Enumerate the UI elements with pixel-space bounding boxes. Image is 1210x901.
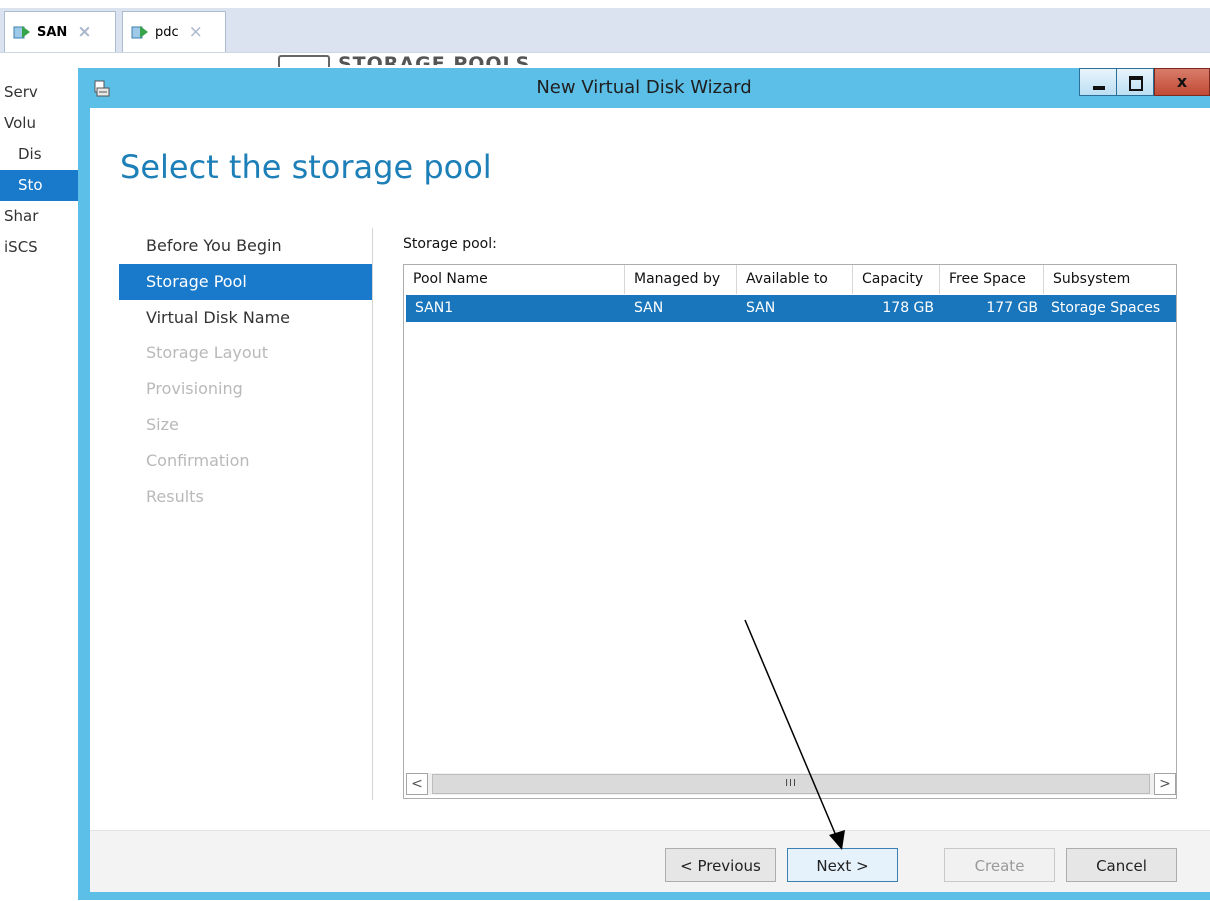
column-header-free-space[interactable]: Free Space: [940, 265, 1044, 294]
minimize-icon: [1093, 86, 1105, 90]
cell-pool-name: SAN1: [415, 300, 454, 316]
nav-item-shares[interactable]: Shar: [0, 201, 86, 232]
storage-pool-label: Storage pool:: [403, 236, 497, 252]
horizontal-scrollbar[interactable]: < III >: [406, 773, 1176, 795]
tab-label: SAN: [37, 24, 68, 40]
tab-san[interactable]: SAN ×: [4, 11, 116, 52]
step-provisioning: Provisioning: [146, 379, 243, 399]
cancel-button[interactable]: Cancel: [1066, 848, 1177, 882]
scroll-right-button[interactable]: >: [1154, 773, 1176, 795]
previous-button[interactable]: < Previous: [665, 848, 776, 882]
list-header: Pool Name Managed by Available to Capaci…: [404, 265, 1176, 294]
scroll-left-button[interactable]: <: [406, 773, 428, 795]
background-page-header: STORAGE POOLS: [338, 53, 531, 65]
create-button: Create: [944, 848, 1055, 882]
column-header-pool-name[interactable]: Pool Name: [404, 265, 625, 294]
virtual-machine-icon: [13, 24, 31, 40]
step-storage-layout: Storage Layout: [146, 343, 269, 363]
cell-available-to: SAN: [746, 300, 776, 316]
column-header-subsystem[interactable]: Subsystem: [1044, 265, 1176, 294]
scroll-thumb[interactable]: III: [432, 774, 1150, 794]
close-icon[interactable]: ×: [189, 22, 203, 42]
maximize-button[interactable]: [1116, 68, 1154, 96]
column-header-capacity[interactable]: Capacity: [853, 265, 940, 294]
table-row[interactable]: SAN1 SAN SAN 178 GB 177 GB Storage Space…: [406, 295, 1176, 322]
tab-label: pdc: [155, 24, 179, 40]
title-bar[interactable]: New Virtual Disk Wizard x: [78, 68, 1210, 108]
storage-pool-icon: [278, 55, 330, 67]
wizard-client-area: Select the storage pool Before You Begin…: [90, 108, 1210, 892]
virtual-machine-icon: [131, 24, 149, 40]
cell-free-space: 177 GB: [986, 300, 1038, 316]
step-virtual-disk-name[interactable]: Virtual Disk Name: [119, 300, 372, 336]
page-title: Select the storage pool: [120, 148, 492, 186]
close-icon[interactable]: ×: [77, 22, 91, 42]
nav-item-iscsi[interactable]: iSCS: [0, 232, 86, 263]
maximize-icon: [1129, 76, 1143, 91]
step-confirmation: Confirmation: [146, 450, 250, 470]
close-icon: x: [1176, 72, 1188, 91]
new-virtual-disk-wizard: New Virtual Disk Wizard x Select the sto…: [78, 68, 1210, 900]
background-nav: Serv Volu Dis Sto Shar iSCS: [0, 77, 86, 263]
footer-divider: [90, 830, 1210, 831]
storage-pool-list[interactable]: Pool Name Managed by Available to Capaci…: [403, 264, 1177, 799]
nav-item-storage-pools[interactable]: Sto: [0, 170, 86, 201]
next-button[interactable]: Next >: [787, 848, 898, 882]
window-title: New Virtual Disk Wizard: [536, 77, 752, 98]
steps-divider: [372, 228, 373, 800]
cell-managed-by: SAN: [634, 300, 664, 316]
nav-item-disks[interactable]: Dis: [0, 139, 86, 170]
step-before-you-begin[interactable]: Before You Begin: [119, 228, 372, 264]
cell-capacity: 178 GB: [882, 300, 934, 316]
wizard-content: Select the storage pool Before You Begin…: [90, 108, 1210, 830]
vm-tab-strip: SAN × pdc ×: [0, 8, 1210, 52]
tab-pdc[interactable]: pdc ×: [122, 11, 226, 52]
close-button[interactable]: x: [1154, 68, 1210, 96]
step-results: Results: [146, 486, 204, 506]
step-storage-pool[interactable]: Storage Pool: [119, 263, 372, 300]
step-size: Size: [146, 414, 179, 434]
nav-item-volumes[interactable]: Volu: [0, 108, 86, 139]
column-header-managed-by[interactable]: Managed by: [625, 265, 737, 294]
wizard-steps: Before You Begin Storage Pool Virtual Di…: [119, 228, 372, 514]
nav-item-servers[interactable]: Serv: [0, 77, 86, 108]
cell-subsystem: Storage Spaces: [1051, 300, 1161, 316]
column-header-available-to[interactable]: Available to: [737, 265, 853, 294]
minimize-button[interactable]: [1079, 68, 1117, 96]
window-controls: x: [1079, 68, 1210, 96]
